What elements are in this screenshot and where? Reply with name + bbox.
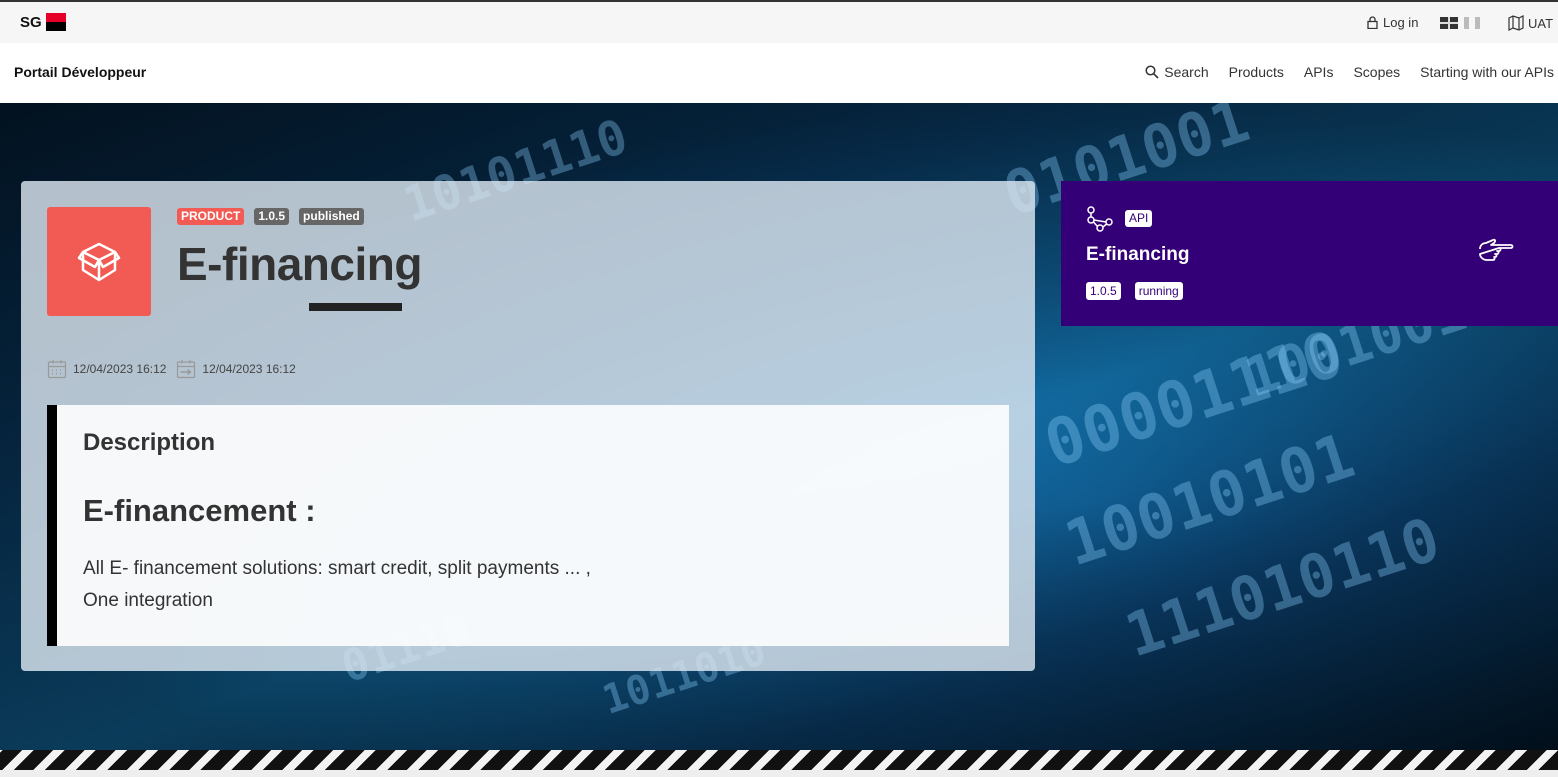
nav-search-label: Search (1164, 64, 1209, 80)
product-card: PRODUCT 1.0.5 published E-financing 12/0… (21, 181, 1035, 671)
title-underline (309, 303, 402, 311)
nav-products[interactable]: Products (1229, 64, 1284, 80)
created-date: 12/04/2023 16:12 (47, 359, 166, 379)
api-type-badge: API (1125, 210, 1153, 227)
environment-label: UAT (1528, 15, 1554, 31)
api-version-badge: 1.0.5 (1086, 282, 1121, 300)
product-badges: PRODUCT 1.0.5 published (177, 208, 364, 225)
api-title[interactable]: E-financing (1086, 244, 1189, 266)
nav-scopes-label: Scopes (1353, 64, 1401, 80)
created-date-text: 12/04/2023 16:12 (73, 362, 167, 376)
updated-date-text: 12/04/2023 16:12 (202, 362, 296, 376)
description-label: Description (83, 429, 216, 456)
uk-flag-icon[interactable] (1440, 17, 1458, 29)
login-button[interactable]: Log in (1367, 15, 1418, 30)
status-badge: published (299, 208, 364, 225)
bottom-strip (0, 770, 1558, 777)
version-badge: 1.0.5 (254, 208, 290, 225)
product-type-badge: PRODUCT (177, 208, 245, 225)
nav-products-label: Products (1228, 64, 1284, 80)
map-icon (1508, 15, 1524, 31)
api-status-badge: running (1134, 282, 1183, 300)
description-heading: E-financement : (83, 493, 316, 528)
logo-flag-icon (45, 13, 66, 31)
pointing-hand-icon[interactable] (1477, 237, 1515, 267)
nav-apis[interactable]: APIs (1304, 64, 1334, 80)
api-tags: 1.0.5 running (1086, 282, 1183, 300)
product-dates: 12/04/2023 16:12 12/04/2023 16:12 (47, 359, 296, 379)
description-line: All E- financement solutions: smart cred… (83, 558, 591, 579)
description-text: All E- financement solutions: smart cred… (83, 553, 591, 617)
nav-search[interactable]: Search (1145, 64, 1209, 80)
sg-logo[interactable]: SG (20, 13, 66, 31)
lock-icon (1367, 16, 1378, 29)
nav-scopes[interactable]: Scopes (1353, 64, 1400, 80)
environment-selector[interactable]: UAT (1508, 15, 1553, 31)
box-icon (77, 242, 121, 281)
nav-starting-label: Starting with our APIs (1420, 64, 1554, 80)
portal-title[interactable]: Portail Développeur (14, 64, 146, 80)
product-icon-tile (47, 207, 151, 316)
updated-date: 12/04/2023 16:12 (176, 359, 296, 379)
logo-text: SG (20, 13, 42, 31)
striped-footer-band (0, 750, 1558, 770)
nav-apis-label: APIs (1303, 64, 1334, 80)
description-panel: Description E-financement : All E- finan… (47, 405, 1009, 646)
calendar-arrow-icon (177, 360, 196, 379)
product-title: E-financing (177, 238, 422, 290)
nav-links: Search Products APIs Scopes Starting wit… (1145, 64, 1554, 80)
calendar-icon (47, 360, 67, 379)
nav-starting[interactable]: Starting with our APIs (1420, 64, 1554, 80)
api-network-icon (1087, 206, 1113, 232)
api-card[interactable]: API E-financing 1.0.5 running (1061, 181, 1558, 326)
search-icon (1145, 65, 1159, 79)
language-selector[interactable] (1440, 17, 1480, 29)
flag-placeholder-icon[interactable] (1464, 17, 1469, 29)
flag-placeholder-icon[interactable] (1475, 17, 1480, 29)
description-line: One integration (83, 590, 213, 611)
main-navbar: Portail Développeur Search Products APIs… (0, 43, 1558, 103)
top-bar: SG Log in UAT (0, 0, 1558, 43)
login-label: Log in (1383, 15, 1419, 30)
